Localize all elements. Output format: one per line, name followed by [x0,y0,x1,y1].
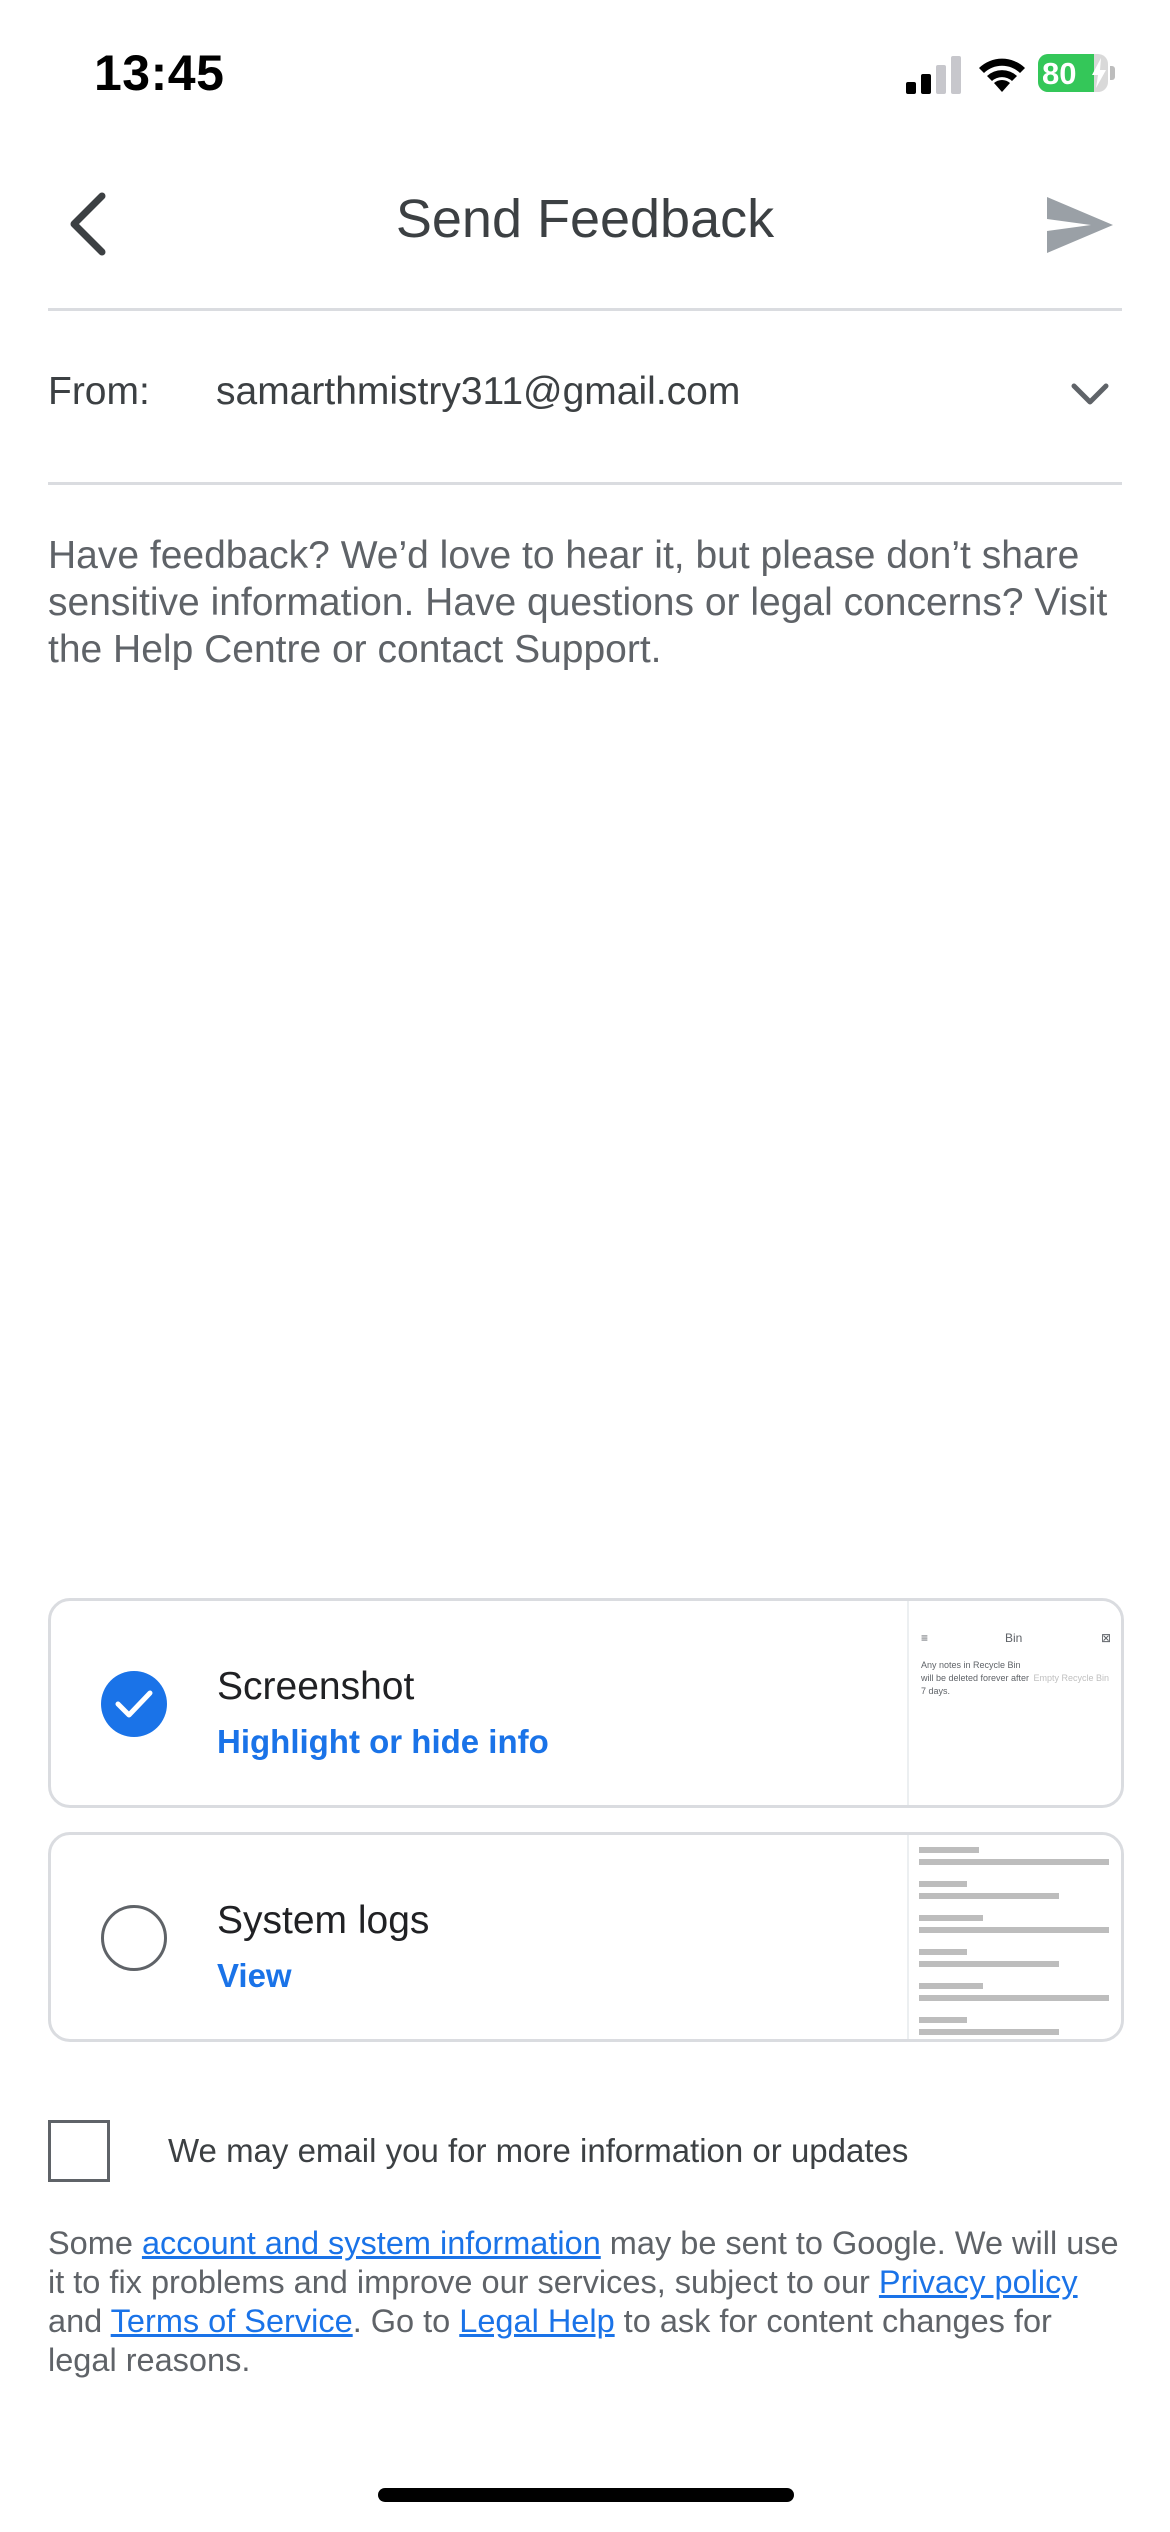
page-title: Send Feedback [395,189,775,249]
email-consent-row[interactable]: We may email you for more information or… [48,2120,1122,2190]
screenshot-checkbox[interactable] [101,1671,167,1737]
battery-indicator: 80 [1038,54,1116,92]
disclaimer-text: and [48,2303,111,2339]
screenshot-attachment-card[interactable]: Screenshot Highlight or hide info ≡ Bin … [48,1598,1124,1808]
from-account-selector[interactable]: From: samarthmistry311@gmail.com [48,312,1122,482]
log-line [919,1983,983,1989]
chevron-left-icon [70,192,106,256]
thumbnail-empty-bin: Empty Recycle Bin [1033,1673,1109,1683]
system-logs-title: System logs [217,1899,430,1942]
disclaimer-text: Some [48,2225,142,2261]
thumbnail-note: Any notes in Recycle Bin will be deleted… [921,1660,1030,1696]
charging-bolt-icon [1092,58,1106,88]
cellular-signal-icon [906,56,961,94]
send-icon [1047,197,1113,253]
terms-of-service-link[interactable]: Terms of Service [111,2303,353,2339]
app-bar: Send Feedback [0,150,1170,310]
log-line [919,1881,967,1887]
send-feedback-screen: 13:45 80 Send Feedback From: samarthmist… [0,0,1170,2532]
legal-disclaimer: Some account and system information may … [48,2224,1122,2380]
battery-level: 80 [1042,56,1077,91]
log-line [919,1961,1059,1967]
log-line [919,1915,983,1921]
account-dropdown-button[interactable] [1058,362,1122,426]
log-line [919,1927,1109,1933]
log-line [919,2017,967,2023]
legal-help-link[interactable]: Legal Help [459,2303,614,2339]
chevron-down-icon [1071,383,1109,405]
highlight-or-hide-link[interactable]: Highlight or hide info [217,1723,549,1761]
from-email: samarthmistry311@gmail.com [216,370,741,413]
from-label: From: [48,370,150,413]
thumbnail-title: Bin [1005,1631,1023,1645]
send-button[interactable] [1040,190,1120,260]
wifi-icon [979,58,1025,92]
screenshot-thumbnail[interactable]: ≡ Bin ⊠ Any notes in Recycle Bin will be… [907,1601,1121,1805]
status-bar: 13:45 80 [0,0,1170,150]
from-divider [48,482,1122,485]
screenshot-title: Screenshot [217,1665,415,1708]
thumbnail-more-icon: ⊠ [1100,1631,1111,1645]
log-line [919,1859,1109,1865]
privacy-policy-link[interactable]: Privacy policy [879,2264,1078,2300]
log-line [919,1995,1109,2001]
disclaimer-text: . Go to [352,2303,460,2339]
log-line [919,2029,1059,2035]
back-button[interactable] [48,184,128,264]
system-logs-attachment-card[interactable]: System logs View [48,1832,1124,2042]
account-system-info-link[interactable]: account and system information [142,2225,601,2261]
feedback-text-input[interactable] [48,532,1122,1532]
system-logs-thumbnail[interactable] [907,1835,1121,2039]
log-line [919,1847,979,1853]
email-consent-checkbox[interactable] [48,2120,110,2182]
home-indicator[interactable] [378,2488,794,2502]
system-logs-checkbox[interactable] [101,1905,167,1971]
email-consent-label: We may email you for more information or… [168,2132,909,2169]
status-time: 13:45 [94,45,225,101]
checkmark-icon [115,1690,153,1718]
log-line [919,1949,967,1955]
view-logs-link[interactable]: View [217,1957,292,1995]
thumbnail-menu-icon: ≡ [921,1631,929,1645]
log-line [919,1893,1059,1899]
header-divider [48,308,1122,311]
